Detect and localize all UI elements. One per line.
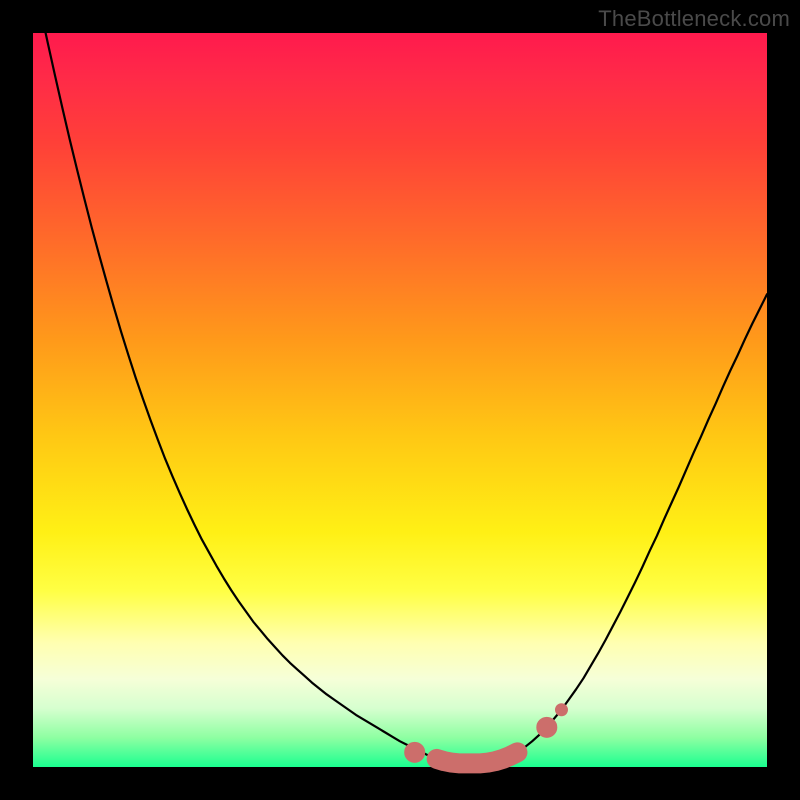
curve-line [33,0,767,763]
curve-markers [405,704,568,764]
marker-flat-segment [437,752,518,763]
watermark-text: TheBottleneck.com [598,6,790,32]
chart-svg [33,33,767,767]
chart-plot-area [33,33,767,767]
chart-frame: TheBottleneck.com [0,0,800,800]
